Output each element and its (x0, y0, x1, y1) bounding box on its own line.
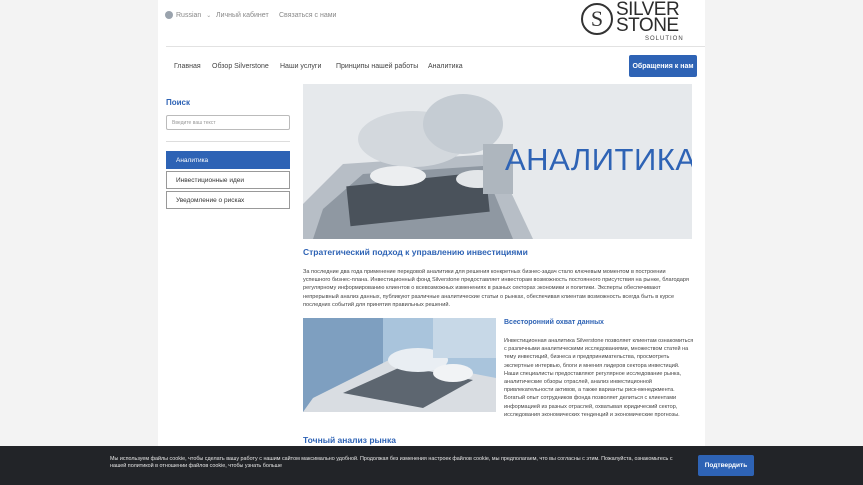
personal-account-link[interactable]: Личный кабинет (216, 12, 269, 19)
contact-button[interactable]: Обращения к нам (629, 55, 697, 77)
search-input[interactable]: Введите ваш текст (166, 115, 290, 130)
hero-title: АНАЛИТИКА (505, 142, 692, 177)
cookie-text: Мы используем файлы cookie, чтобы сделат… (110, 456, 673, 470)
sidebar-item-risk-notice[interactable]: Уведомление о рисках (166, 191, 290, 209)
nav-item-overview[interactable]: Обзор Silverstone (212, 63, 269, 70)
logo-subtitle: SOLUTION (645, 36, 684, 42)
logo-wordmark: SILVER STONE (616, 0, 680, 36)
globe-icon (165, 11, 173, 19)
chevron-down-icon: ⌄ (206, 12, 212, 19)
logo-emblem: S (581, 3, 613, 35)
sidebar-item-analytics[interactable]: Аналитика (166, 151, 290, 169)
section-title-strategy: Стратегический подход к управлению инвес… (303, 247, 528, 257)
sidebar-search-title: Поиск (166, 98, 191, 107)
nav-item-home[interactable]: Главная (174, 63, 201, 70)
section-title-coverage: Всесторонний охват данных (504, 319, 604, 326)
cookie-confirm-button[interactable]: Подтвердить (698, 455, 754, 476)
nav-item-principles[interactable]: Принципы нашей работы (336, 63, 418, 70)
nav-item-services[interactable]: Наши услуги (280, 63, 321, 70)
section-text-coverage: Инвестиционная аналитика Silverstone поз… (504, 338, 694, 418)
laptop-typing-image (303, 318, 496, 412)
main-nav: Главная Обзор Silverstone Наши услуги Пр… (158, 46, 705, 84)
section-text-strategy: За последние два года применение передов… (303, 269, 689, 308)
cookie-banner: Мы используем файлы cookie, чтобы сделат… (0, 446, 863, 485)
laptop-typing-illustration (303, 318, 496, 412)
language-selector[interactable]: Russian ⌄ (165, 11, 211, 19)
logo[interactable]: S SILVER STONE SOLUTION (581, 0, 685, 44)
contact-us-link[interactable]: Связаться с нами (279, 12, 336, 19)
top-bar: Russian ⌄ Личный кабинет Связаться с нам… (158, 0, 705, 46)
section-title-market-analysis: Точный анализ рынка (303, 435, 396, 445)
hero-banner: АНАЛИТИКА (303, 84, 692, 239)
language-label: Russian (176, 11, 202, 19)
page-container: Russian ⌄ Личный кабинет Связаться с нам… (158, 0, 705, 485)
sidebar-divider (166, 141, 290, 142)
sidebar-item-investment-ideas[interactable]: Инвестиционные идеи (166, 171, 290, 189)
logo-line-2: STONE (616, 15, 679, 36)
nav-item-analytics[interactable]: Аналитика (428, 63, 463, 70)
